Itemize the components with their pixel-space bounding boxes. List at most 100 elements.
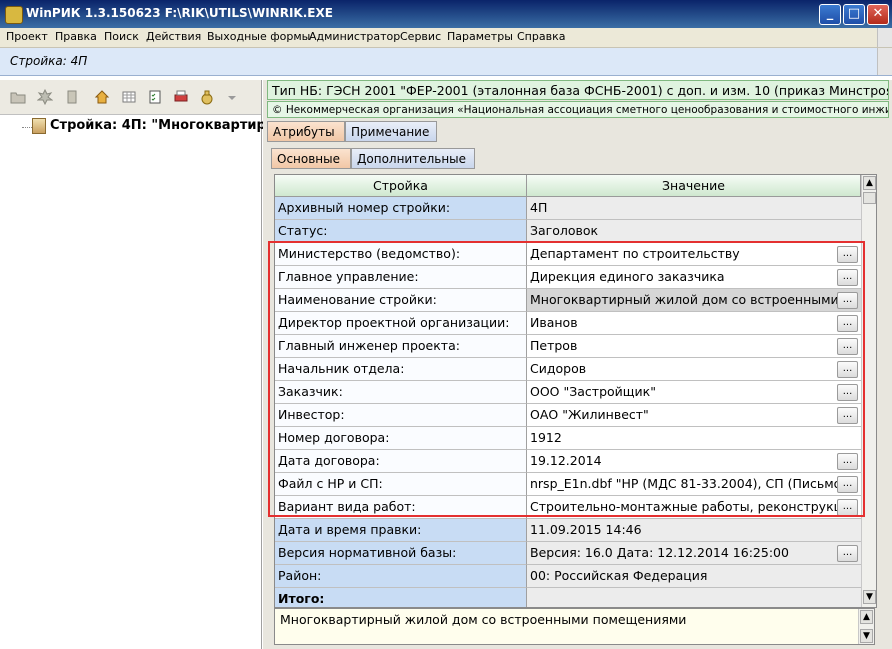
minimize-button[interactable]: _ [819, 4, 841, 25]
menu-edit[interactable]: Правка [55, 30, 97, 43]
row-label: Статус: [275, 220, 527, 243]
table-row[interactable]: Главный инженер проекта: Петров... [275, 335, 861, 358]
maximize-button[interactable]: □ [843, 4, 865, 25]
money-bag-icon[interactable] [199, 89, 215, 105]
checklist-icon[interactable] [147, 89, 163, 105]
row-label: Архивный номер стройки: [275, 197, 527, 220]
close-button[interactable]: ✕ [867, 4, 889, 25]
table-row[interactable]: Версия нормативной базы: Версия: 16.0 Дат… [275, 542, 861, 565]
row-value[interactable]: 19.12.2014... [527, 450, 861, 473]
dropdown-arrow-icon[interactable] [224, 89, 240, 105]
explode-icon[interactable] [37, 89, 53, 105]
scroll-up-icon[interactable]: ▲ [863, 176, 876, 190]
menu-actions[interactable]: Действия [146, 30, 201, 43]
print-icon[interactable] [173, 89, 189, 105]
row-label: Итого: [275, 588, 527, 607]
ellipsis-button[interactable]: ... [837, 361, 858, 378]
menu-output-forms[interactable]: Выходные формы [207, 30, 310, 43]
ellipsis-button[interactable]: ... [837, 545, 858, 562]
menu-help[interactable]: Справка [517, 30, 565, 43]
ellipsis-button[interactable]: ... [837, 292, 858, 309]
ellipsis-button[interactable]: ... [837, 338, 858, 355]
row-value-text: 1912 [530, 430, 562, 445]
row-value[interactable]: Департамент по строительству... [527, 243, 861, 266]
menu-administrator[interactable]: Администратор [309, 30, 400, 43]
row-value[interactable]: Сидоров... [527, 358, 861, 381]
ellipsis-button[interactable]: ... [837, 384, 858, 401]
tab-additional[interactable]: Дополнительные [351, 148, 475, 169]
table-row[interactable]: Начальник отдела: Сидоров... [275, 358, 861, 381]
menu-parameters[interactable]: Параметры [447, 30, 513, 43]
ellipsis-button[interactable]: ... [837, 246, 858, 263]
ellipsis-button[interactable]: ... [837, 269, 858, 286]
caption-scroll-stub [877, 48, 892, 75]
row-value[interactable]: Иванов... [527, 312, 861, 335]
row-value-text: ОАО "Жилинвест" [530, 407, 649, 422]
row-label: Директор проектной организации: [275, 312, 527, 335]
table-row[interactable]: Министерство (ведомство): Департамент по … [275, 243, 861, 266]
home-icon[interactable] [94, 89, 110, 105]
attributes-pane: Тип НБ: ГЭСН 2001 "ФЕР-2001 (эталонная б… [263, 80, 892, 649]
ellipsis-button[interactable]: ... [837, 476, 858, 493]
table-row[interactable]: Вариант вида работ: Строительно-монтажные… [275, 496, 861, 519]
table-row[interactable]: Инвестор: ОАО "Жилинвест"... [275, 404, 861, 427]
ellipsis-button[interactable]: ... [837, 453, 858, 470]
menu-scroll-stub [877, 28, 892, 47]
tree-root-item[interactable]: Стройка: 4П: "Многоквартир [50, 118, 266, 133]
row-value[interactable]: ООО "Застройщик"... [527, 381, 861, 404]
row-value-text: Департамент по строительству [530, 246, 740, 261]
tab-basic[interactable]: Основные [271, 148, 351, 169]
menu-service[interactable]: Сервис [400, 30, 441, 43]
row-value[interactable]: ОАО "Жилинвест"... [527, 404, 861, 427]
row-value-text: Сидоров [530, 361, 587, 376]
ellipsis-button[interactable]: ... [837, 315, 858, 332]
table-row[interactable]: Директор проектной организации: Иванов... [275, 312, 861, 335]
table-row[interactable]: Номер договора: 1912 [275, 427, 861, 450]
column-header-object[interactable]: Стройка [275, 175, 527, 197]
memo-scrollbar[interactable]: ▲ ▼ [858, 609, 874, 644]
table-row[interactable]: Итого: [275, 588, 861, 607]
scroll-up-icon[interactable]: ▲ [860, 610, 873, 624]
row-value-text: Строительно-монтажные работы, реконструк… [530, 499, 843, 514]
row-value-text: 19.12.2014 [530, 453, 602, 468]
tab-note[interactable]: Примечание [345, 121, 437, 142]
scroll-thumb[interactable] [863, 192, 876, 204]
row-value[interactable]: Петров... [527, 335, 861, 358]
menu-project[interactable]: Проект [6, 30, 48, 43]
building-icon [32, 118, 46, 134]
table-row[interactable]: Наименование стройки: Многоквартирный жил… [275, 289, 861, 312]
table-icon[interactable] [121, 89, 137, 105]
row-value[interactable]: Версия: 16.0 Дата: 12.12.2014 16:25:00..… [527, 542, 861, 565]
table-row[interactable]: Архивный номер стройки: 4П [275, 197, 861, 220]
table-row[interactable]: Заказчик: ООО "Застройщик"... [275, 381, 861, 404]
open-folder-icon[interactable] [10, 89, 26, 105]
table-row[interactable]: Дата и время правки: 11.09.2015 14:46 [275, 519, 861, 542]
row-value[interactable]: Дирекция единого заказчика... [527, 266, 861, 289]
ellipsis-button[interactable]: ... [837, 499, 858, 516]
table-row[interactable]: Статус: Заголовок [275, 220, 861, 243]
row-label: Вариант вида работ: [275, 496, 527, 519]
ellipsis-button[interactable]: ... [837, 407, 858, 424]
norm-base-copyright: © Некоммерческая организация «Национальн… [267, 101, 889, 118]
table-row[interactable]: Дата договора: 19.12.2014... [275, 450, 861, 473]
row-value[interactable]: 1912 [527, 427, 861, 450]
row-value[interactable]: nrsp_E1n.dbf "НР (МДС 81-33.2004), СП (П… [527, 473, 861, 496]
memo-field[interactable]: Многоквартирный жилой дом со встроенными… [274, 608, 875, 645]
menu-search[interactable]: Поиск [104, 30, 139, 43]
caption-bar: Стройка: 4П [0, 48, 892, 76]
row-value[interactable]: Строительно-монтажные работы, реконструк… [527, 496, 861, 519]
tab-attributes[interactable]: Атрибуты [267, 121, 345, 142]
table-row[interactable]: Файл с НР и СП: nrsp_E1n.dbf "НР (МДС 81-… [275, 473, 861, 496]
scroll-down-icon[interactable]: ▼ [860, 629, 873, 643]
table-row[interactable]: Район: 00: Российская Федерация [275, 565, 861, 588]
grid-scrollbar[interactable]: ▲ ▼ [861, 175, 876, 607]
row-value: Заголовок [527, 220, 861, 243]
row-label: Файл с НР и СП: [275, 473, 527, 496]
table-row[interactable]: Главное управление: Дирекция единого зака… [275, 266, 861, 289]
row-label: Заказчик: [275, 381, 527, 404]
row-value-selected[interactable]: Многоквартирный жилой дом со встроенными… [527, 289, 861, 312]
document-icon[interactable] [64, 89, 80, 105]
window-title: WinРИК 1.3.150623 F:\RIK\UTILS\WINRIK.EX… [26, 6, 333, 20]
scroll-down-icon[interactable]: ▼ [863, 590, 876, 604]
column-header-value[interactable]: Значение [527, 175, 861, 197]
